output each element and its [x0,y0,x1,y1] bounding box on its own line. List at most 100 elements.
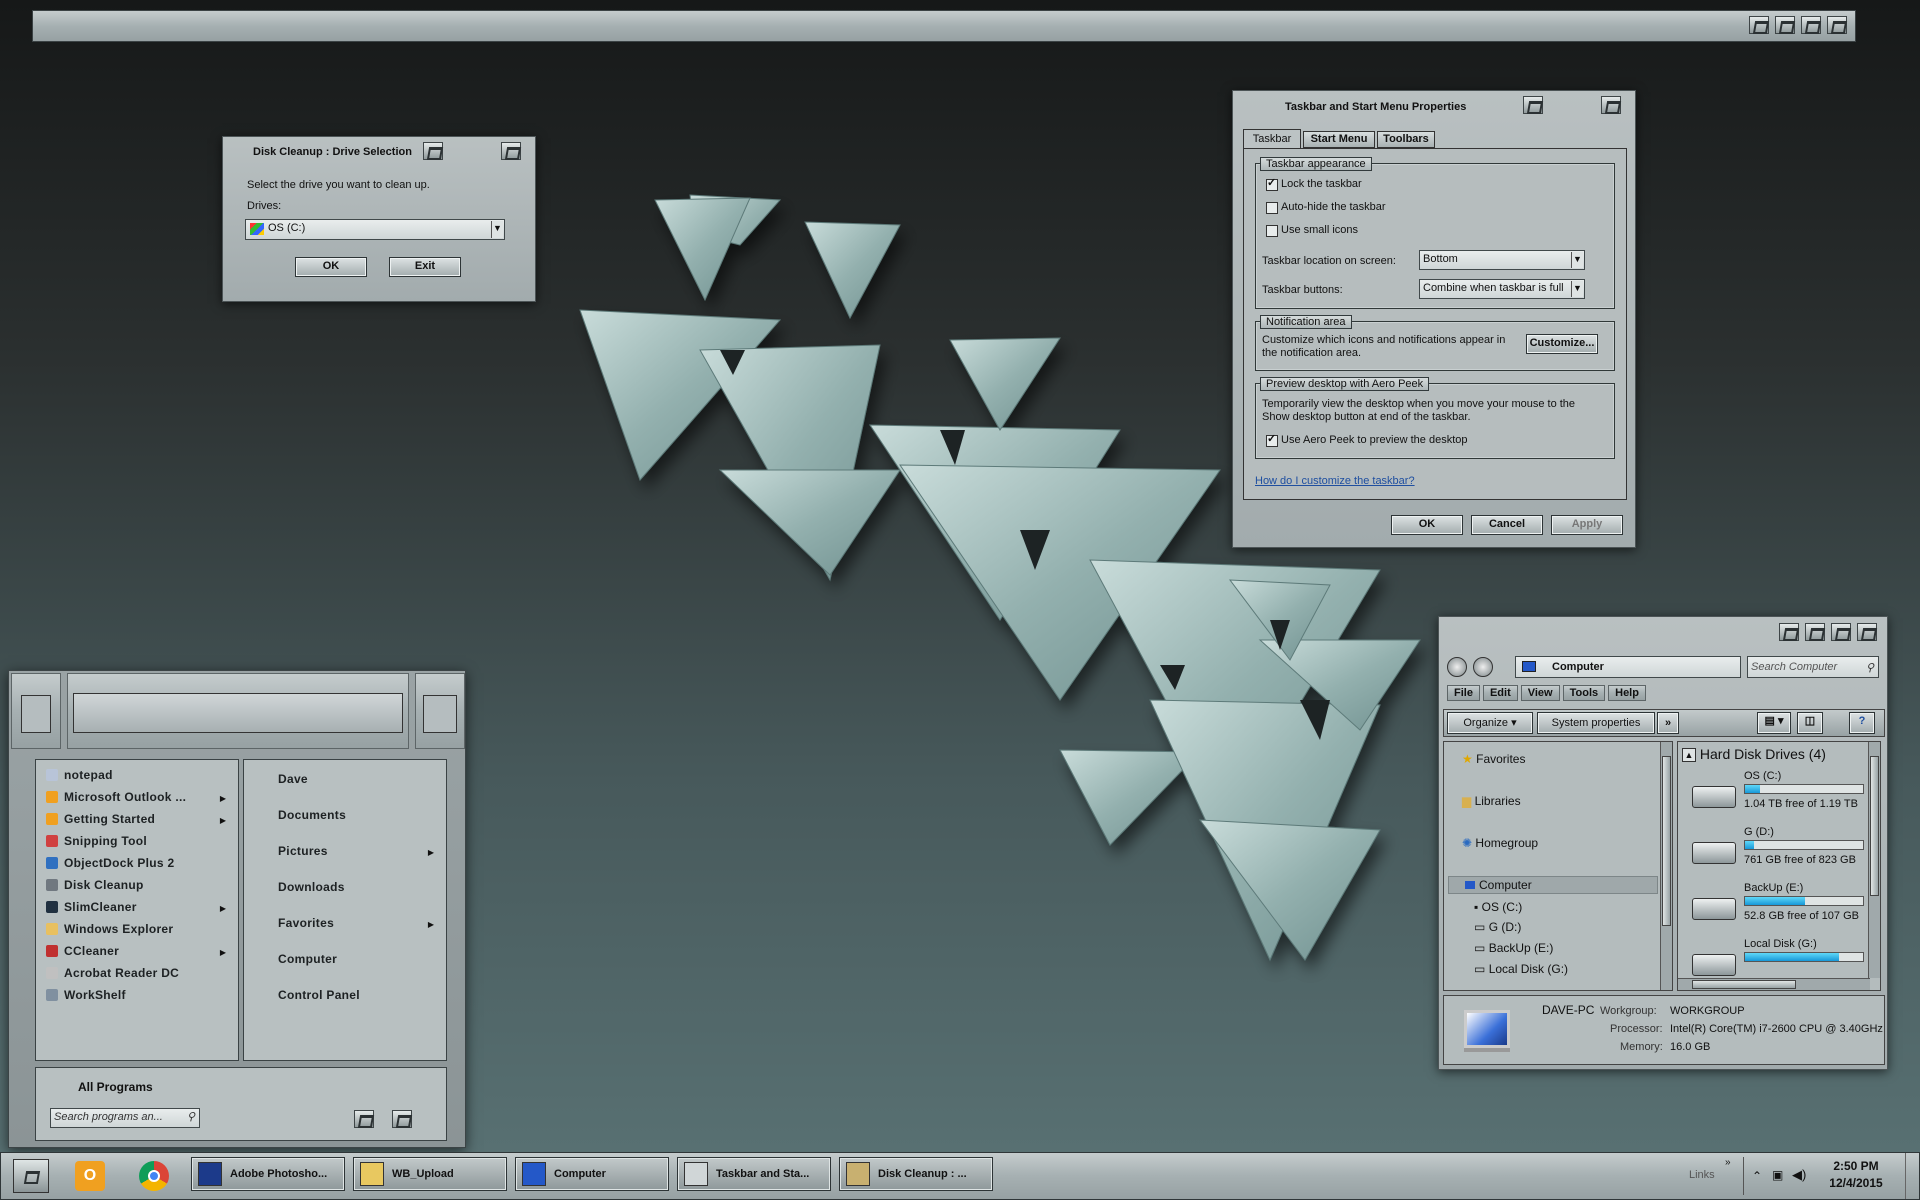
taskbar-properties-apply-button[interactable]: Apply [1551,515,1623,535]
taskbar-properties-help-button[interactable] [1523,96,1543,114]
start-menu-right-tile[interactable] [423,695,457,733]
taskbar-task[interactable]: Adobe Photosho... [191,1157,345,1191]
view-options-button[interactable]: ▤ ▾ [1757,712,1791,734]
show-desktop-button[interactable] [1905,1153,1919,1199]
address-bar[interactable]: Computer [1515,656,1741,678]
breadcrumb[interactable]: Computer [1552,661,1604,673]
outlook-pinned-icon[interactable]: O [75,1161,105,1191]
explorer-button-4[interactable] [1857,623,1877,641]
back-button[interactable] [1447,657,1467,677]
buttons-select[interactable]: Combine when taskbar is full ▼ [1419,279,1585,299]
place-item[interactable]: Dave [278,772,308,786]
chevron-down-icon[interactable]: ▼ [1571,281,1583,297]
all-programs-label[interactable]: All Programs [78,1080,153,1094]
help-link[interactable]: How do I customize the taskbar? [1255,475,1415,488]
drive-tile[interactable]: BackUp (E:) 52.8 GB free of 107 GB [1678,880,1868,934]
nav-computer[interactable]: Computer [1448,876,1658,894]
search-input[interactable]: Search Computer ⚲ [1747,656,1879,678]
lock-taskbar-checkbox[interactable]: Lock the taskbar [1266,177,1362,191]
nav-drive-d[interactable]: ▭ G (D:) [1474,920,1521,934]
links-toolbar-label[interactable]: Links [1689,1169,1715,1181]
explorer-button-3[interactable] [1831,623,1851,641]
content-scroll-thumb[interactable] [1870,756,1879,896]
start-button[interactable] [13,1159,49,1193]
disk-cleanup-exit-button[interactable]: Exit [389,257,461,277]
drives-select[interactable]: OS (C:) ▼ [245,219,505,240]
explorer-button-2[interactable] [1805,623,1825,641]
nav-libraries[interactable]: ▆ Libraries [1462,794,1521,808]
start-search-input[interactable]: Search programs an... ⚲ [50,1108,200,1128]
start-menu-left-tile[interactable] [21,695,51,733]
program-item[interactable]: Disk Cleanup [46,878,144,892]
taskbar-task[interactable]: Disk Cleanup : ... [839,1157,993,1191]
nav-drive-c[interactable]: ▪ OS (C:) [1474,900,1522,914]
chevron-down-icon[interactable]: ▼ [1571,252,1583,268]
tab-toolbars[interactable]: Toolbars [1377,131,1435,148]
nav-drive-e[interactable]: ▭ BackUp (E:) [1474,941,1553,955]
toolbar-chevron-icon[interactable]: » [1725,1157,1731,1168]
group-header[interactable]: ▲ Hard Disk Drives (4) [1682,746,1826,762]
place-item[interactable]: Computer [278,952,337,966]
program-item[interactable]: CCleaner [46,944,119,958]
disk-cleanup-ok-button[interactable]: OK [295,257,367,277]
program-item[interactable]: SlimCleaner [46,900,137,914]
taskbar-properties-cancel-button[interactable]: Cancel [1471,515,1543,535]
nav-favorites[interactable]: ★ Favorites [1462,752,1525,766]
nav-scrollbar[interactable] [1660,742,1672,990]
taskbar-properties-close-button[interactable] [1601,96,1621,114]
nav-drive-g[interactable]: ▭ Local Disk (G:) [1474,962,1568,976]
autohide-taskbar-checkbox[interactable]: Auto-hide the taskbar [1266,201,1386,214]
organize-button[interactable]: Organize ▾ [1447,712,1533,734]
disk-cleanup-close-button[interactable] [501,142,521,160]
place-item[interactable]: Documents [278,808,346,822]
location-select[interactable]: Bottom ▼ [1419,250,1585,270]
nav-homegroup[interactable]: ✺ Homegroup [1462,836,1538,850]
forward-button[interactable] [1473,657,1493,677]
tab-start-menu[interactable]: Start Menu [1303,131,1375,148]
program-item[interactable]: Windows Explorer [46,922,173,936]
place-item[interactable]: Downloads [278,880,345,894]
content-vscrollbar[interactable] [1868,742,1880,978]
system-properties-button[interactable]: System properties [1537,712,1655,734]
taskbar-task[interactable]: Taskbar and Sta... [677,1157,831,1191]
program-item[interactable]: Acrobat Reader DC [46,966,179,980]
explorer-button-1[interactable] [1779,623,1799,641]
chevron-down-icon[interactable]: ▼ [491,221,503,238]
show-hidden-icons-icon[interactable]: ⌃ [1752,1169,1762,1183]
menu-edit[interactable]: Edit [1482,685,1518,701]
taskbar-task[interactable]: WB_Upload [353,1157,507,1191]
chrome-pinned-icon[interactable] [139,1161,169,1191]
place-item[interactable]: Pictures [278,844,328,858]
content-hscroll-thumb[interactable] [1692,980,1796,989]
content-hscrollbar[interactable] [1678,978,1870,990]
program-item[interactable]: Snipping Tool [46,834,147,848]
tab-taskbar[interactable]: Taskbar [1243,129,1301,149]
menu-file[interactable]: File [1447,685,1480,701]
program-item[interactable]: WorkShelf [46,988,126,1002]
drive-tile[interactable]: OS (C:) 1.04 TB free of 1.19 TB [1678,768,1868,822]
aero-peek-checkbox[interactable]: Use Aero Peek to preview the desktop [1266,433,1468,447]
taskbar-properties-ok-button[interactable]: OK [1391,515,1463,535]
program-item[interactable]: Getting Started [46,812,155,826]
start-menu-user-tile[interactable] [73,693,403,733]
menu-help[interactable]: Help [1608,685,1646,701]
taskbar-task[interactable]: Computer [515,1157,669,1191]
menu-view[interactable]: View [1520,685,1560,701]
network-icon[interactable]: ▣ [1772,1168,1783,1182]
volume-icon[interactable]: ◀) [1792,1167,1806,1183]
preview-pane-button[interactable]: ◫ [1797,712,1823,734]
collapse-icon[interactable]: ▲ [1682,748,1696,762]
menu-tools[interactable]: Tools [1562,685,1606,701]
small-icons-checkbox[interactable]: Use small icons [1266,224,1358,237]
customize-button[interactable]: Customize... [1526,334,1598,354]
program-item[interactable]: ObjectDock Plus 2 [46,856,174,870]
nav-scroll-thumb[interactable] [1662,756,1671,926]
disk-cleanup-minimize-button[interactable] [423,142,443,160]
clock[interactable]: 2:50 PM 12/4/2015 [1821,1159,1891,1190]
drive-tile[interactable]: G (D:) 761 GB free of 823 GB [1678,824,1868,878]
shutdown-button[interactable] [354,1110,374,1128]
program-item[interactable]: Microsoft Outlook ... [46,790,186,804]
more-commands-button[interactable]: » [1657,712,1679,734]
program-item[interactable]: notepad [46,768,113,782]
shutdown-options-button[interactable] [392,1110,412,1128]
